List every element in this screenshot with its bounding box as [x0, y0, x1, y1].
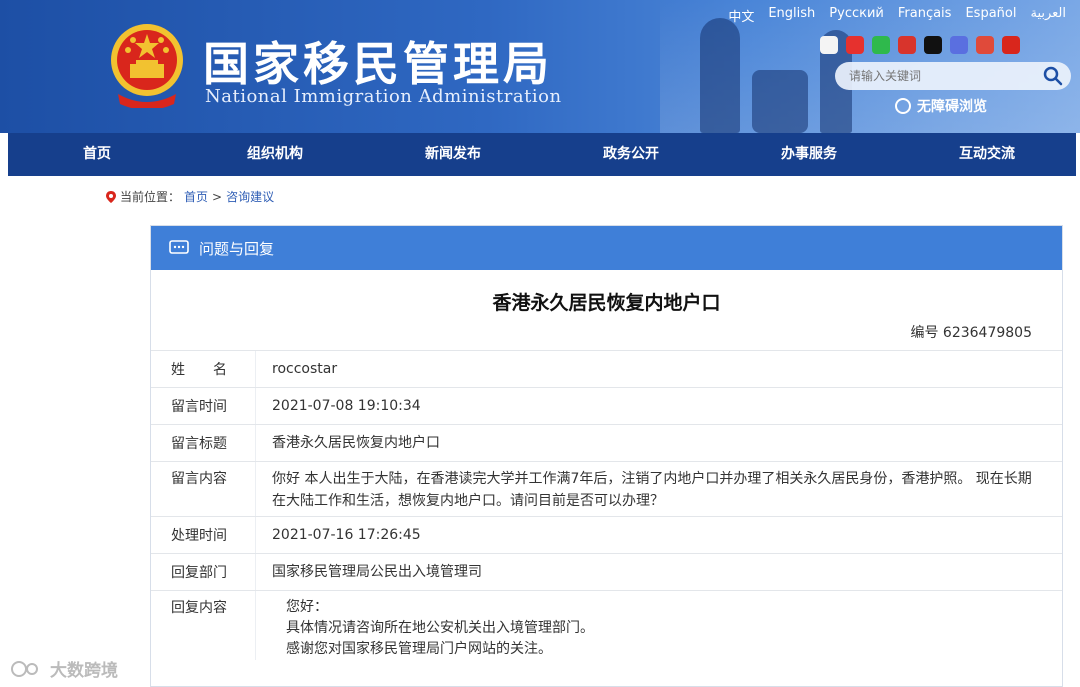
table-row: 留言时间 2021-07-08 19:10:34 [151, 387, 1062, 424]
table-row: 留言内容 你好 本人出生于大陆，在香港读完大学并工作满7年后，注销了内地户口并办… [151, 461, 1062, 516]
row-value-message-title: 香港永久居民恢复内地户口 [255, 425, 1062, 461]
reply-line: 具体情况请咨询所在地公安机关出入境管理部门。 [286, 620, 594, 636]
toutiao-icon[interactable] [898, 36, 916, 54]
row-value-message-content: 你好 本人出生于大陆，在香港读完大学并工作满7年后，注销了内地户口并办理了相关永… [255, 462, 1062, 516]
table-row: 回复部门 国家移民管理局公民出入境管理司 [151, 553, 1062, 590]
row-label-message-content: 留言内容 [171, 471, 227, 487]
site-subtitle: National Immigration Administration [205, 86, 562, 107]
message-title: 香港永久居民恢复内地户口 [492, 292, 721, 314]
location-pin-icon [106, 190, 116, 203]
lang-arabic[interactable]: العربية [1030, 6, 1066, 25]
social-links [820, 36, 1020, 54]
row-label-name: 姓 名 [171, 362, 227, 378]
table-row: 留言标题 香港永久居民恢复内地户口 [151, 424, 1062, 461]
site-title: 国家移民管理局 [203, 37, 553, 91]
row-value-message-time: 2021-07-08 19:10:34 [255, 388, 1062, 424]
lang-russian[interactable]: Русский [829, 6, 884, 25]
mobile-app-icon[interactable] [820, 36, 838, 54]
row-label-reply-content: 回复内容 [171, 600, 227, 616]
bilibili-icon[interactable] [1002, 36, 1020, 54]
message-number-value: 6236479805 [942, 325, 1032, 341]
accessibility-link[interactable]: 无障碍浏览 [895, 96, 987, 116]
table-row: 回复内容 您好： 具体情况请咨询所在地公安机关出入境管理部门。 感谢您对国家移民… [151, 590, 1062, 660]
watermark-logo-icon [11, 660, 38, 677]
message-details-table: 姓 名 roccostar 留言时间 2021-07-08 19:10:34 留… [151, 350, 1062, 660]
kuaishou-icon[interactable] [950, 36, 968, 54]
search-box [835, 62, 1071, 90]
lang-spanish[interactable]: Español [965, 6, 1016, 25]
message-number: 编号 6236479805 [910, 322, 1032, 342]
reply-line: 您好： [286, 599, 328, 615]
search-input[interactable] [849, 67, 1039, 85]
luggage-silhouette [752, 70, 808, 133]
language-switcher: 中文 English Русский Français Español العر… [728, 6, 1066, 25]
main-nav: 首页 组织机构 新闻发布 政务公开 办事服务 互动交流 [8, 133, 1076, 176]
news-icon[interactable] [976, 36, 994, 54]
message-panel: 问题与回复 香港永久居民恢复内地户口 编号 6236479805 姓 名 roc… [150, 225, 1063, 687]
nav-item-news[interactable]: 新闻发布 [364, 133, 542, 176]
traveler-silhouette [700, 18, 740, 133]
douyin-icon[interactable] [924, 36, 942, 54]
watermark-text: 大数跨境 [50, 661, 118, 681]
panel-header-label: 问题与回复 [199, 239, 275, 258]
nav-item-services[interactable]: 办事服务 [720, 133, 898, 176]
search-icon[interactable] [1043, 66, 1063, 86]
row-label-reply-department: 回复部门 [171, 565, 227, 581]
wechat-icon[interactable] [872, 36, 890, 54]
row-label-message-time: 留言时间 [171, 399, 227, 415]
nav-item-government-affairs[interactable]: 政务公开 [542, 133, 720, 176]
message-number-label: 编号 [910, 325, 939, 341]
row-value-reply-department: 国家移民管理局公民出入境管理司 [255, 554, 1062, 590]
row-value-processing-time: 2021-07-16 17:26:45 [255, 517, 1062, 553]
breadcrumb-home-link[interactable]: 首页 [184, 188, 208, 205]
panel-header: 问题与回复 [151, 226, 1062, 270]
row-label-message-title: 留言标题 [171, 436, 227, 452]
breadcrumb: 当前位置： 首页 > 咨询建议 [106, 188, 274, 205]
reply-line: 感谢您对国家移民管理局门户网站的关注。 [286, 641, 552, 657]
source-watermark: 大数跨境 [10, 656, 118, 681]
nav-item-organization[interactable]: 组织机构 [186, 133, 364, 176]
accessibility-label: 无障碍浏览 [917, 99, 987, 115]
national-emblem-icon [111, 24, 183, 108]
site-header: 国家移民管理局 National Immigration Administrat… [0, 0, 1080, 133]
weibo-icon[interactable] [846, 36, 864, 54]
breadcrumb-current-link[interactable]: 咨询建议 [226, 188, 274, 205]
nav-item-home[interactable]: 首页 [8, 133, 186, 176]
lang-chinese[interactable]: 中文 [728, 6, 754, 25]
chat-bubble-icon [169, 240, 189, 254]
lang-french[interactable]: Français [898, 6, 952, 25]
lang-english[interactable]: English [768, 6, 815, 25]
table-row: 姓 名 roccostar [151, 350, 1062, 387]
row-label-processing-time: 处理时间 [171, 528, 227, 544]
breadcrumb-prefix: 当前位置： [120, 190, 181, 204]
row-value-reply-content: 您好： 具体情况请咨询所在地公安机关出入境管理部门。 感谢您对国家移民管理局门户… [255, 591, 1062, 660]
nav-item-interaction[interactable]: 互动交流 [898, 133, 1076, 176]
table-row: 处理时间 2021-07-16 17:26:45 [151, 516, 1062, 553]
breadcrumb-separator: > [212, 189, 223, 204]
row-value-name: roccostar [255, 351, 1062, 387]
accessibility-icon [895, 98, 911, 114]
